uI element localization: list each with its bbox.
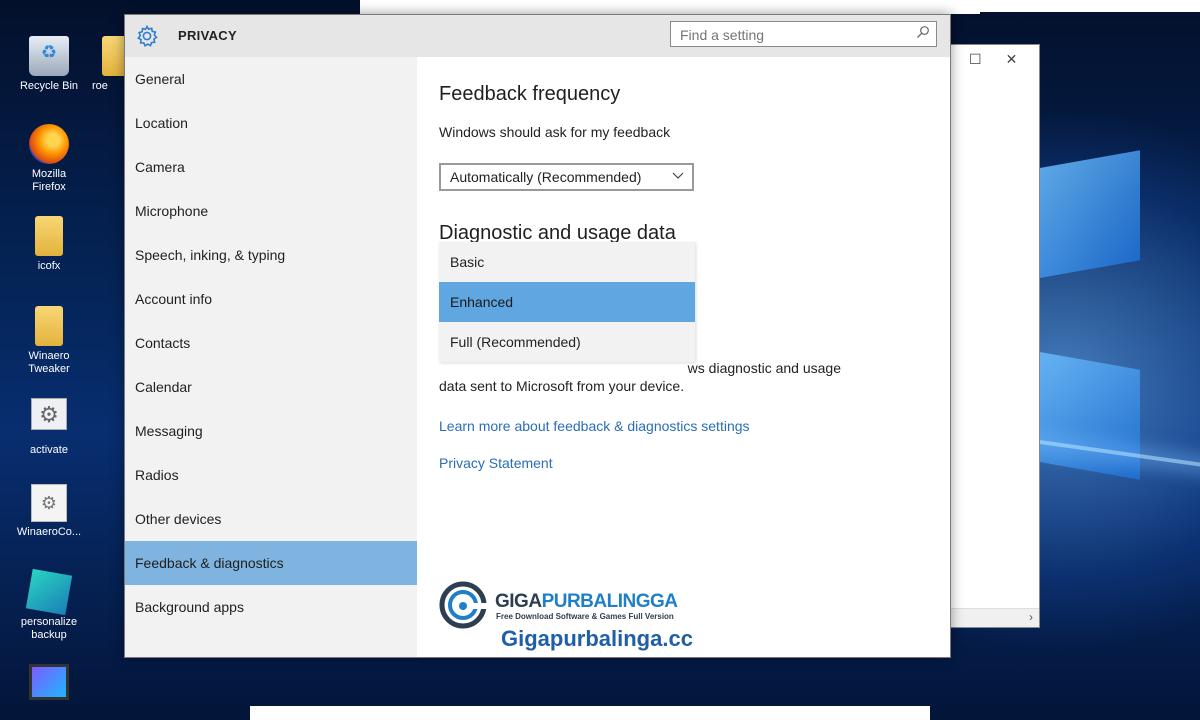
desktop-icon-winaeroco[interactable]: ⚙ WinaeroCo... — [11, 484, 87, 539]
screenshot-top-border — [0, 0, 1200, 14]
feedback-frequency-select[interactable]: Automatically (Recommended) — [439, 163, 694, 191]
search-icon[interactable] — [916, 25, 930, 39]
firefox-icon — [29, 124, 69, 164]
sidebar-item-label: Camera — [135, 159, 185, 175]
dropdown-option-enhanced[interactable]: Enhanced — [439, 282, 695, 322]
sidebar-item-radios[interactable]: Radios — [125, 453, 417, 497]
app-icon — [25, 568, 73, 616]
watermark-brand-a: GIGA — [495, 591, 542, 612]
sidebar-item-speech[interactable]: Speech, inking, & typing — [125, 233, 417, 277]
desktop-icon-label: Mozilla Firefox — [31, 168, 67, 193]
sidebar-item-other-devices[interactable]: Other devices — [125, 497, 417, 541]
learn-more-link[interactable]: Learn more about feedback & diagnostics … — [439, 418, 750, 434]
feedback-frequency-value: Automatically (Recommended) — [450, 169, 642, 185]
sidebar-item-calendar[interactable]: Calendar — [125, 365, 417, 409]
desktop-icon-label: Winaero Tweaker — [28, 350, 70, 375]
desktop-icon-label: personalize backup — [20, 616, 78, 641]
sidebar-item-camera[interactable]: Camera — [125, 145, 417, 189]
file-icon — [35, 216, 63, 256]
desktop-icon-recycle-bin[interactable]: Recycle Bin — [11, 36, 87, 93]
watermark-tagline: Free Download Software & Games Full Vers… — [496, 612, 674, 621]
page-title: PRIVACY — [178, 28, 237, 43]
close-icon[interactable]: ✕ — [1006, 51, 1018, 68]
horizontal-scrollbar[interactable]: › — [949, 608, 1039, 627]
desktop-icon-label: icofx — [37, 260, 61, 272]
content-pane: Feedback frequency Windows should ask fo… — [417, 57, 950, 657]
desktop-icon-winaero-tweaker[interactable]: Winaero Tweaker — [11, 306, 87, 376]
monitor-icon — [29, 664, 69, 700]
desktop-icon-activate[interactable]: ⚙ activate — [11, 398, 87, 457]
sidebar-item-background-apps[interactable]: Background apps — [125, 585, 417, 629]
option-label: Basic — [450, 254, 485, 270]
sidebar-item-label: Microphone — [135, 203, 209, 219]
desktop-icon-firefox[interactable]: Mozilla Firefox — [11, 124, 87, 194]
option-label: Enhanced — [450, 294, 514, 310]
desktop-icon-monitor[interactable] — [11, 664, 87, 704]
sidebar-item-label: Background apps — [135, 599, 244, 615]
dropdown-option-full[interactable]: Full (Recommended) — [439, 322, 695, 362]
desktop-icon-label: roe — [92, 80, 108, 92]
search-input[interactable] — [671, 22, 912, 48]
chevron-down-icon — [672, 172, 684, 179]
option-label: Full (Recommended) — [450, 334, 581, 350]
window-controls: ☐ ✕ — [949, 45, 1039, 73]
chevron-right-icon[interactable]: › — [1029, 610, 1033, 624]
watermark-logo-icon — [439, 581, 491, 629]
sidebar-item-label: Contacts — [135, 335, 191, 351]
sidebar-item-label: Messaging — [135, 423, 203, 439]
folder-icon — [102, 36, 124, 76]
privacy-statement-link[interactable]: Privacy Statement — [439, 455, 553, 471]
search-box[interactable] — [670, 21, 937, 48]
sidebar-item-label: Location — [135, 115, 188, 131]
sidebar-item-messaging[interactable]: Messaging — [125, 409, 417, 453]
screenshot-bottom-border — [0, 706, 1200, 720]
desktop-icon-label: activate — [30, 444, 68, 456]
desktop-icon-label: WinaeroCo... — [16, 526, 82, 538]
watermark-site: Gigapurbalinga.cc — [501, 626, 693, 651]
title-bar: PRIVACY — [125, 15, 950, 57]
gear-icon — [137, 24, 158, 47]
file-icon — [35, 306, 63, 346]
watermark-brand: GIGAPURBALINGGA — [495, 591, 678, 613]
desktop-icon-label: Recycle Bin — [19, 80, 79, 92]
settings-window: PRIVACY General Location Camera Micropho… — [124, 14, 951, 658]
sidebar-item-account-info[interactable]: Account info — [125, 277, 417, 321]
desktop-icon-personalize-backup[interactable]: personalize backup — [11, 568, 87, 642]
sidebar-item-location[interactable]: Location — [125, 101, 417, 145]
sidebar-item-label: General — [135, 71, 185, 87]
background-window[interactable]: ☐ ✕ › — [948, 44, 1040, 628]
sidebar: General Location Camera Microphone Speec… — [125, 57, 417, 657]
gear-file-icon: ⚙ — [31, 484, 67, 522]
sidebar-item-label: Radios — [135, 467, 179, 483]
sidebar-item-general[interactable]: General — [125, 57, 417, 101]
diagnostic-description-line2: data sent to Microsoft from your device. — [439, 378, 685, 394]
sidebar-item-microphone[interactable]: Microphone — [125, 189, 417, 233]
sidebar-item-label: Account info — [135, 291, 213, 307]
watermark-brand-b: PURBALINGGA — [541, 591, 678, 612]
sidebar-item-feedback-diagnostics[interactable]: Feedback & diagnostics — [125, 541, 417, 585]
desktop-icon-roe[interactable]: roe — [78, 36, 124, 93]
feedback-frequency-heading: Feedback frequency — [439, 83, 621, 105]
sidebar-item-contacts[interactable]: Contacts — [125, 321, 417, 365]
maximize-icon[interactable]: ☐ — [969, 51, 982, 68]
feedback-label: Windows should ask for my feedback — [439, 124, 671, 140]
sidebar-item-label: Calendar — [135, 379, 192, 395]
sidebar-item-label: Other devices — [135, 511, 222, 527]
watermark: GIGAPURBALINGGA Free Download Software &… — [439, 577, 729, 651]
diagnostic-level-dropdown[interactable]: Basic Enhanced Full (Recommended) — [439, 242, 695, 362]
recycle-bin-icon — [29, 36, 69, 76]
desktop-icon-icofx[interactable]: icofx — [11, 216, 87, 273]
dropdown-option-basic[interactable]: Basic — [439, 242, 695, 282]
gear-file-icon: ⚙ — [31, 398, 67, 430]
sidebar-item-label: Speech, inking, & typing — [135, 247, 286, 263]
sidebar-item-label: Feedback & diagnostics — [135, 555, 284, 571]
